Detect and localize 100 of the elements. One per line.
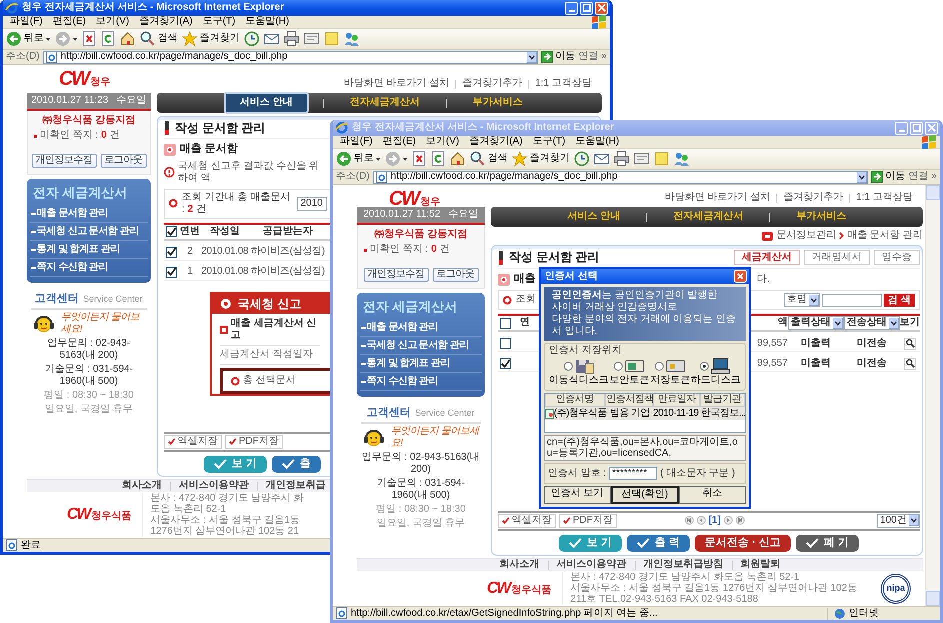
confirm-button[interactable]: 선택(확인) <box>610 486 680 504</box>
year-select[interactable]: 2010 <box>296 196 327 211</box>
checkbox[interactable] <box>500 338 511 350</box>
logout-button[interactable]: 로그아웃 <box>432 268 478 282</box>
back-button[interactable]: 뒤로 <box>336 151 381 167</box>
sidebar-item[interactable]: 쪽지 수신함 관리 <box>360 374 482 391</box>
discard-button[interactable]: 폐 기 <box>796 534 859 552</box>
radio-button[interactable] <box>614 362 624 370</box>
search-button[interactable]: 검색 <box>140 31 178 47</box>
header-link[interactable]: 바탕화면 바로가기 설치 <box>344 78 450 90</box>
printer-icon[interactable] <box>614 151 630 167</box>
menu-item[interactable]: 편집(E) <box>378 136 422 148</box>
print-button[interactable]: 출 <box>272 456 322 473</box>
send-report-button[interactable]: 문서전송 · 신고 <box>695 534 791 552</box>
radio-button[interactable] <box>564 362 572 370</box>
breadcrumb-item[interactable]: 매출 문서함 관리 <box>847 230 923 242</box>
sidebar-item[interactable]: 국세청 신고 문서함 관리 <box>30 224 148 241</box>
next-page-button[interactable] <box>724 516 733 526</box>
radio-button[interactable] <box>654 362 664 370</box>
menu-item[interactable]: 즐겨찾기(A) <box>134 16 198 28</box>
menu-item[interactable]: 도구(T) <box>198 16 241 28</box>
menu-item[interactable]: 도움말(H) <box>570 136 624 148</box>
forward-button[interactable] <box>385 151 408 167</box>
export-button[interactable]: 엑셀저장 <box>498 514 556 528</box>
stop-icon[interactable] <box>82 31 97 47</box>
cancel-button[interactable]: 취소 <box>679 486 746 504</box>
header-link[interactable]: 1:1 고객상담 <box>856 192 913 204</box>
tab[interactable]: 거래명세서 <box>804 250 870 265</box>
logo[interactable]: CW청우 <box>59 69 110 89</box>
logout-button[interactable]: 로그아웃 <box>100 154 146 168</box>
nav-item[interactable]: 전자세금계산서 <box>338 95 432 111</box>
preview-button[interactable] <box>904 338 916 350</box>
forward-button[interactable] <box>55 31 78 47</box>
edit-profile-button[interactable]: 개인정보수정 <box>364 268 428 282</box>
name-select[interactable]: 호명 <box>784 293 820 308</box>
scrollbar[interactable] <box>925 185 940 606</box>
sidebar-item[interactable]: 매출 문서함 관리 <box>30 206 148 223</box>
favorites-button[interactable]: 즐겨찾기 <box>512 151 570 167</box>
menu-item[interactable]: 편집(E) <box>48 16 92 28</box>
password-field[interactable]: ********* <box>609 467 658 480</box>
export-button[interactable]: 엑셀저장 <box>164 434 222 449</box>
storage-option[interactable]: 하드디스크 <box>690 358 741 387</box>
close-button[interactable] <box>734 270 747 283</box>
minimize-button[interactable] <box>565 2 578 14</box>
footer-link[interactable]: 개인정보취급 <box>266 480 326 492</box>
export-button[interactable]: PDF저장 <box>559 514 617 528</box>
more-links-button[interactable]: » <box>931 171 937 183</box>
footer-link[interactable]: 개인정보취급방침 <box>644 559 724 571</box>
menu-item[interactable]: 파일(F) <box>5 16 48 28</box>
go-button[interactable]: 이동 <box>541 51 576 63</box>
storage-option[interactable]: 저장토큰 <box>650 358 690 387</box>
document-icon[interactable] <box>634 151 650 167</box>
search-button[interactable]: 검 색 <box>884 294 915 307</box>
checkbox[interactable] <box>166 266 177 278</box>
sidebar-item[interactable]: 국세청 신고 문서함 관리 <box>360 338 482 355</box>
links-button[interactable]: 연결 <box>908 171 928 183</box>
footer-link[interactable]: 회사소개 <box>500 559 540 571</box>
menu-item[interactable]: 즐겨찾기(A) <box>464 136 528 148</box>
storage-option[interactable]: 보안토큰 <box>610 358 650 387</box>
preview-button[interactable] <box>904 358 916 370</box>
maximize-button[interactable] <box>580 2 593 14</box>
view-certificate-button[interactable]: 인증서 보기 <box>544 486 611 504</box>
logo[interactable]: CW청우 <box>389 189 440 209</box>
menu-item[interactable]: 보기(V) <box>91 16 134 28</box>
sidebar-item[interactable]: 통계 및 합계표 관리 <box>360 356 482 373</box>
checkbox[interactable] <box>166 246 177 258</box>
storage-option[interactable]: 이동식디스크 <box>549 358 609 387</box>
nav-item[interactable]: 서비스 안내 <box>224 92 309 114</box>
home-icon[interactable] <box>450 151 466 167</box>
refresh-icon[interactable] <box>431 151 446 167</box>
header-link[interactable]: 1:1 고객상담 <box>535 78 592 90</box>
nav-item[interactable]: 부가서비스 <box>784 209 858 225</box>
page-size-select[interactable]: 100건 <box>877 514 920 528</box>
dropdown-arrow-icon[interactable] <box>857 172 868 182</box>
tab[interactable]: 세금계산서 <box>734 250 800 265</box>
checkbox[interactable] <box>500 358 511 370</box>
list-row[interactable]: (주)청우식품 범용 기업 2010-11-19 한국정보... <box>545 407 745 420</box>
address-field[interactable]: http://bill.cwfood.co.kr/page/manage/s_doc_bill.php <box>42 50 538 64</box>
checkbox[interactable] <box>500 318 511 329</box>
footer-link[interactable]: 회원탈퇴 <box>740 559 780 571</box>
breadcrumb-item[interactable]: 문서정보관리 <box>776 230 836 242</box>
close-button[interactable] <box>595 2 608 14</box>
previous-page-button[interactable] <box>696 516 706 526</box>
go-button[interactable]: 이동 <box>871 171 906 183</box>
nav-item[interactable]: 부가서비스 <box>460 95 535 111</box>
sidebar-item[interactable]: 통계 및 합계표 관리 <box>30 242 148 259</box>
history-icon[interactable] <box>574 151 590 167</box>
tab[interactable]: 영수증 <box>874 250 920 265</box>
radio-button[interactable] <box>700 362 710 370</box>
menu-item[interactable]: 도움말(H) <box>240 16 294 28</box>
footer-link[interactable]: 서비스이용약관 <box>556 559 626 571</box>
footer-link[interactable]: 서비스이용약관 <box>179 480 249 492</box>
menu-item[interactable]: 보기(V) <box>421 136 464 148</box>
dropdown-arrow-icon[interactable] <box>527 52 538 62</box>
printer-icon[interactable] <box>284 31 300 47</box>
sidebar-item[interactable]: 쪽지 수신함 관리 <box>30 260 148 277</box>
header-link[interactable]: 즐겨찾기추가 <box>783 192 844 204</box>
print-button[interactable]: 출 력 <box>627 534 690 552</box>
search-button[interactable]: 검색 <box>470 151 508 167</box>
home-icon[interactable] <box>120 31 136 47</box>
